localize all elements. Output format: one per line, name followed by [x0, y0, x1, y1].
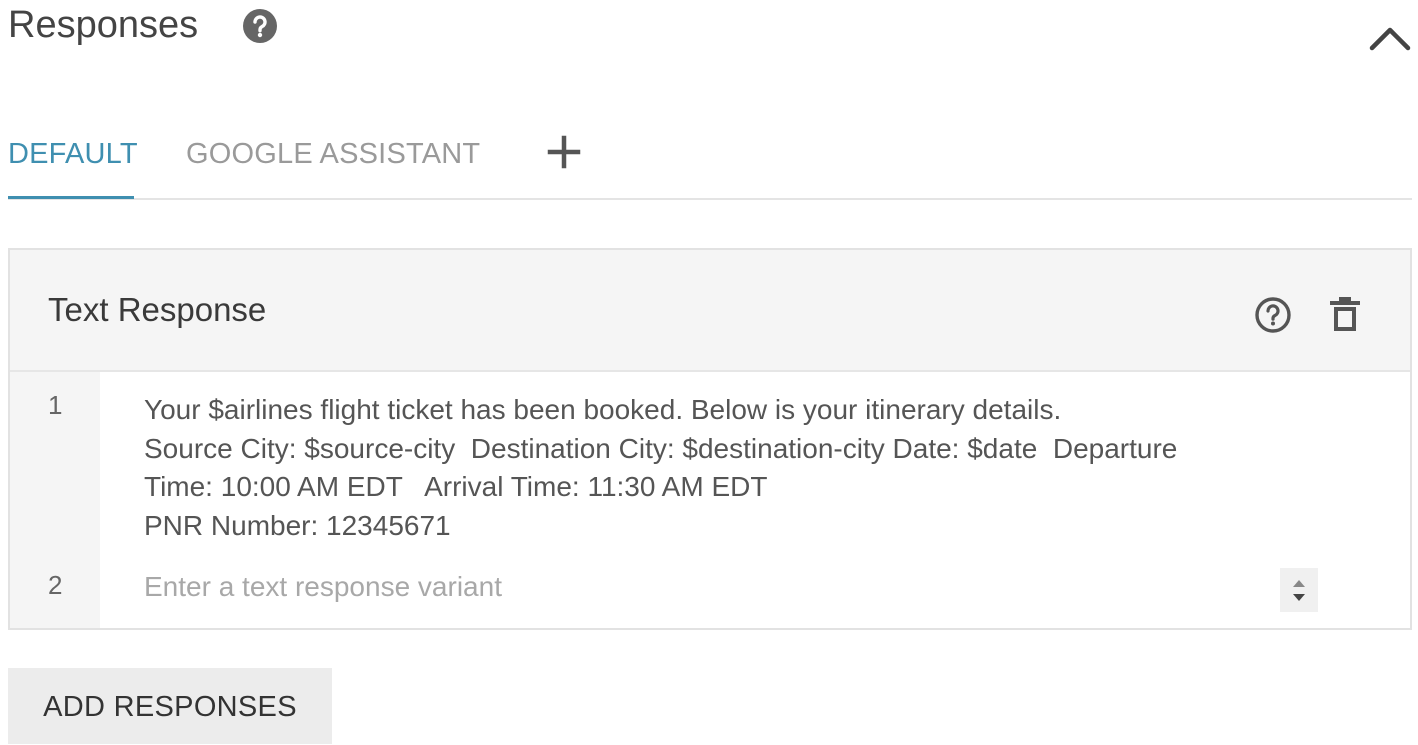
text-response-card: Text Response 1 2 Your $airlines flight …	[8, 248, 1412, 630]
card-title: Text Response	[48, 291, 267, 328]
tabs-divider	[8, 198, 1412, 200]
row-number-1: 1	[48, 390, 63, 420]
card-header: Text Response	[10, 250, 1410, 372]
tab-default[interactable]: DEFAULT	[8, 134, 138, 174]
help-circle-filled-icon[interactable]	[242, 8, 278, 44]
text-response-1[interactable]: Your $airlines flight ticket has been bo…	[144, 391, 1344, 545]
response-line: Time: 10:00 AM EDT Arrival Time: 11:30 A…	[144, 471, 768, 502]
plus-icon[interactable]	[546, 134, 582, 170]
trash-icon[interactable]	[1326, 294, 1364, 334]
chevron-up-icon[interactable]	[1368, 22, 1412, 54]
row-number-2: 2	[48, 570, 63, 600]
active-tab-indicator	[8, 196, 134, 199]
text-response-variant-input[interactable]	[144, 570, 1264, 604]
section-title: Responses	[8, 4, 199, 46]
up-down-arrows-icon[interactable]	[1280, 568, 1318, 612]
help-circle-outline-icon[interactable]	[1254, 296, 1292, 334]
response-line: Your $airlines flight ticket has been bo…	[144, 394, 1062, 425]
response-line: PNR Number: 12345671	[144, 509, 451, 541]
response-line: Source City: $source-city Destination Ci…	[144, 432, 1178, 464]
add-responses-button[interactable]: ADD RESPONSES	[8, 668, 332, 744]
tab-google-assistant[interactable]: GOOGLE ASSISTANT	[186, 134, 480, 174]
